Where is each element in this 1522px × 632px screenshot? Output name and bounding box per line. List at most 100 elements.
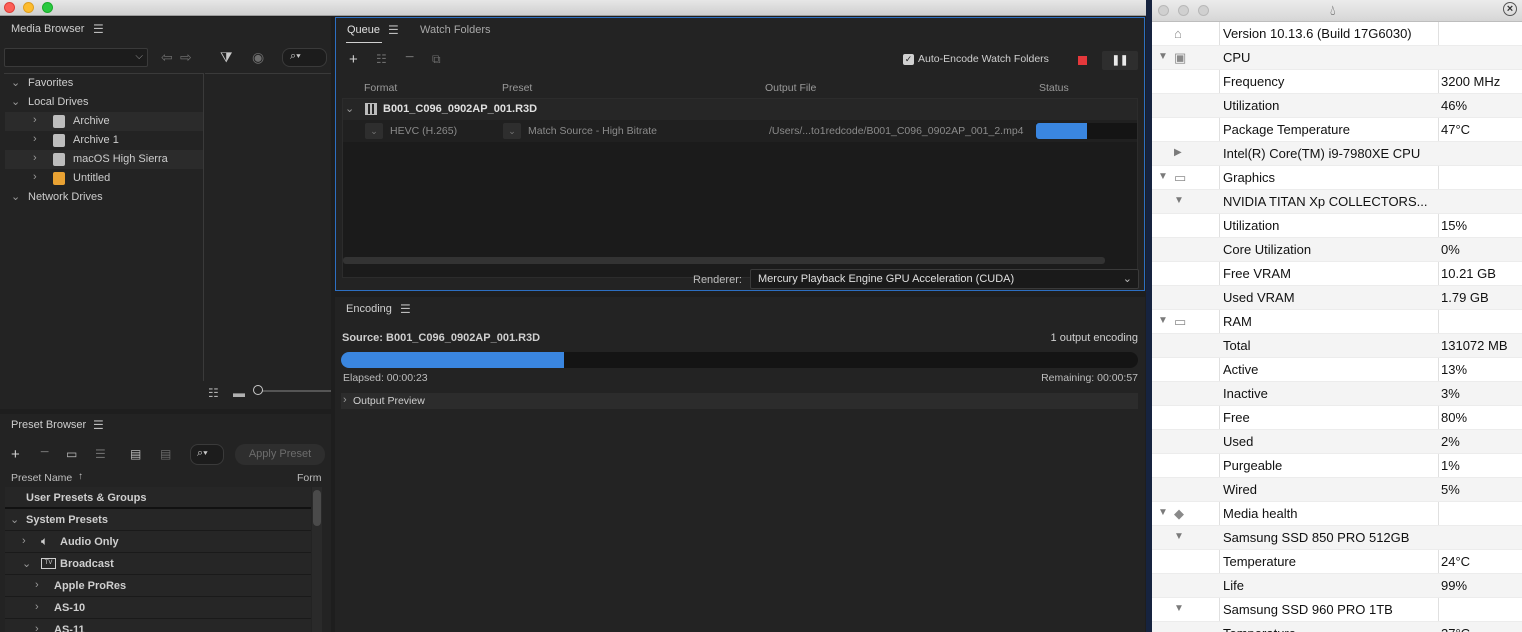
preset-category-broadcast[interactable]: ⌄ TV Broadcast (5, 553, 311, 575)
panel-menu-icon[interactable]: ☰ (388, 23, 399, 37)
list-view-icon[interactable]: ☷ (208, 386, 219, 400)
minimize-window-button[interactable] (1178, 5, 1189, 16)
remove-icon[interactable]: − (405, 49, 414, 67)
preset-category-apple-prores[interactable]: › Apple ProRes (5, 575, 311, 597)
scrollbar-thumb[interactable] (313, 490, 321, 526)
export-preset-icon[interactable]: ▤ (160, 447, 171, 461)
zoom-slider[interactable] (256, 390, 331, 392)
zoom-slider-handle[interactable] (253, 385, 263, 395)
info-row[interactable]: ▼ Samsung SSD 850 PRO 512GB (1152, 526, 1522, 550)
preset-row-label: Apple ProRes (54, 580, 127, 592)
tree-local-drives[interactable]: ⌄ Local Drives (5, 93, 203, 112)
status-progress-bar (1036, 123, 1137, 139)
column-format[interactable]: Form (297, 472, 322, 484)
format-dropdown[interactable]: ⌄ (365, 123, 383, 139)
info-row[interactable]: ▼ Samsung SSD 960 PRO 1TB (1152, 598, 1522, 622)
column-status[interactable]: Status (1039, 82, 1069, 94)
back-arrow-icon[interactable]: ⇦ (161, 49, 173, 66)
view-icon[interactable]: ◉ (252, 49, 264, 66)
filter-icon[interactable]: ⧩ (220, 49, 233, 66)
disclosure-collapsed-icon[interactable]: ▶ (1174, 147, 1182, 158)
tree-drive-archive[interactable]: › Archive (5, 112, 203, 131)
tree-network-drives[interactable]: ⌄ Network Drives (5, 188, 203, 207)
settings-sliders-icon[interactable]: ☷ (376, 52, 387, 66)
thumbnail-view-icon[interactable]: ▬ (233, 386, 245, 400)
zoom-window-button[interactable] (42, 2, 53, 13)
disclosure-expanded-icon[interactable]: ▼ (1174, 603, 1184, 614)
preset-dropdown[interactable]: ⌄ (503, 123, 521, 139)
column-format[interactable]: Format (364, 82, 397, 94)
preset-group-user[interactable]: User Presets & Groups (5, 487, 311, 509)
column-preset[interactable]: Preset (502, 82, 532, 94)
new-group-icon[interactable]: ▭ (66, 447, 77, 461)
import-preset-icon[interactable]: ▤ (130, 447, 141, 461)
info-row[interactable]: ▼ ▭ RAM (1152, 310, 1522, 334)
info-row[interactable]: ▼ NVIDIA TITAN Xp COLLECTORS... (1152, 190, 1522, 214)
close-window-button[interactable] (1158, 5, 1169, 16)
info-row: Package Temperature 47°C (1152, 118, 1522, 142)
column-preset-name[interactable]: Preset Name (11, 472, 72, 484)
chevron-right-icon: › (22, 535, 26, 547)
location-dropdown[interactable]: ⌵ (4, 48, 148, 67)
info-row[interactable]: ▼ ▣ CPU (1152, 46, 1522, 70)
preset-search-input[interactable]: ⌕▾ (190, 444, 224, 465)
elapsed-time: Elapsed: 00:00:23 (343, 372, 428, 384)
preset-category-as-11[interactable]: › AS-11 (5, 619, 311, 632)
media-search-input[interactable]: ⌕▾ (282, 48, 327, 67)
stop-icon[interactable] (1078, 56, 1087, 65)
panel-menu-icon[interactable]: ☰ (400, 302, 411, 316)
info-key: Package Temperature (1223, 122, 1350, 137)
add-source-icon[interactable]: + (349, 51, 358, 68)
info-key: Temperature (1223, 626, 1296, 632)
forward-arrow-icon[interactable]: ⇨ (180, 49, 192, 66)
queue-output-row[interactable]: ⌄ HEVC (H.265) ⌄ Match Source - High Bit… (343, 120, 1137, 142)
info-key: Purgeable (1223, 458, 1283, 473)
chevron-right-icon: › (33, 114, 37, 126)
disclosure-expanded-icon[interactable]: ▼ (1158, 51, 1168, 62)
add-preset-icon[interactable]: + (11, 446, 20, 463)
disclosure-expanded-icon[interactable]: ▼ (1158, 171, 1168, 182)
apply-preset-button[interactable]: Apply Preset (235, 444, 325, 465)
disclosure-expanded-icon[interactable]: ▼ (1158, 315, 1168, 326)
preset-group-system[interactable]: ⌄ System Presets (5, 509, 311, 531)
info-row[interactable]: ▼ ◆ Media health (1152, 502, 1522, 526)
column-output-file[interactable]: Output File (765, 82, 816, 94)
close-window-button[interactable] (4, 2, 15, 13)
tree-favorites[interactable]: ⌄ Favorites (5, 74, 203, 93)
tree-drive-untitled[interactable]: › Untitled (5, 169, 203, 188)
output-file-link[interactable]: /Users/...to1redcode/B001_C096_0902AP_00… (769, 125, 1024, 137)
disclosure-expanded-icon[interactable]: ▼ (1158, 507, 1168, 518)
tree-drive-macos[interactable]: › macOS High Sierra (5, 150, 203, 169)
disclosure-expanded-icon[interactable]: ▼ (1174, 195, 1184, 206)
output-preview-toggle[interactable]: › Output Preview (341, 393, 1138, 409)
duplicate-icon[interactable]: ⧉ (432, 52, 441, 67)
active-tab-underline (346, 42, 382, 43)
preset-category-as-10[interactable]: › AS-10 (5, 597, 311, 619)
drive-icon (53, 134, 65, 147)
tab-queue[interactable]: Queue (347, 24, 380, 36)
panel-menu-icon[interactable]: ☰ (93, 418, 104, 432)
tree-drive-archive-1[interactable]: › Archive 1 (5, 131, 203, 150)
pause-button[interactable]: ❚❚ (1102, 51, 1138, 70)
disclosure-expanded-icon[interactable]: ▼ (1174, 531, 1184, 542)
remove-preset-icon[interactable]: − (40, 444, 49, 462)
info-row[interactable]: ▶ Intel(R) Core(TM) i9-7980XE CPU (1152, 142, 1522, 166)
format-value[interactable]: HEVC (H.265) (390, 125, 457, 137)
renderer-select[interactable]: Mercury Playback Engine GPU Acceleration… (750, 269, 1139, 289)
tab-watch-folders[interactable]: Watch Folders (420, 24, 491, 36)
info-key: Intel(R) Core(TM) i9-7980XE CPU (1223, 146, 1421, 161)
zoom-window-button[interactable] (1198, 5, 1209, 16)
info-row[interactable]: ▼ ▭ Graphics (1152, 166, 1522, 190)
tree-label: Favorites (28, 77, 74, 89)
panel-menu-icon[interactable]: ☰ (93, 22, 104, 36)
preset-settings-icon[interactable]: ☰ (95, 447, 106, 461)
minimize-window-button[interactable] (23, 2, 34, 13)
close-icon[interactable]: × (1503, 2, 1517, 16)
preset-value[interactable]: Match Source - High Bitrate (528, 125, 657, 137)
horizontal-scrollbar[interactable] (343, 257, 1105, 264)
preset-category-audio-only[interactable]: › 🔈︎ Audio Only (5, 531, 311, 553)
queue-source-row[interactable]: ⌄ B001_C096_0902AP_001.R3D (343, 99, 1137, 120)
auto-encode-label: Auto-Encode Watch Folders (918, 53, 1049, 65)
preset-scrollbar[interactable] (312, 487, 322, 632)
auto-encode-checkbox[interactable]: ✓ (903, 54, 914, 65)
